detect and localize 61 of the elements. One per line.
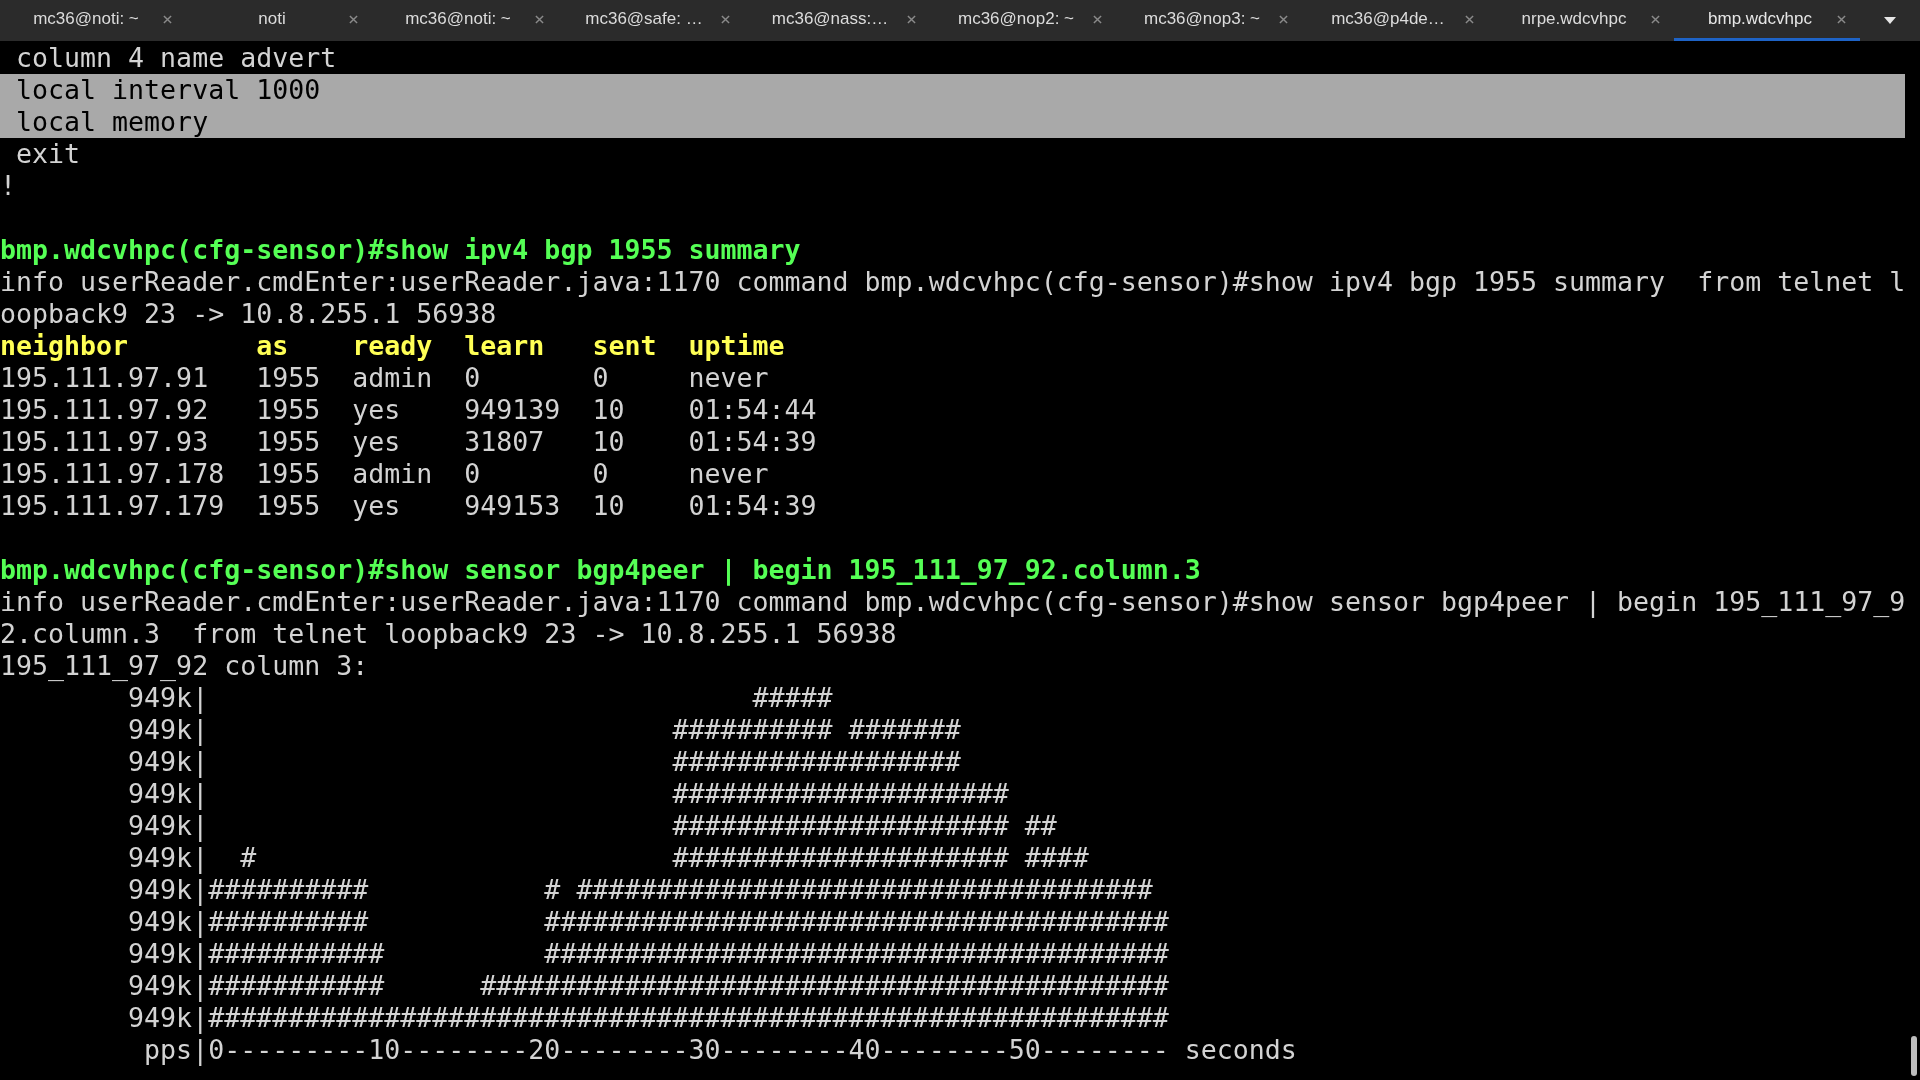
command-line: bmp.wdcvhpc(cfg-sensor)#show sensor bgp4peer | begin 195_111_97_92.column.3 bbox=[0, 554, 1201, 585]
tab-label: mc36@nop3: ~ bbox=[1144, 8, 1261, 31]
terminal-line: 949k| ########## ####### bbox=[127, 714, 961, 745]
tab-label: bmp.wdcvhpc bbox=[1708, 8, 1813, 31]
terminal-line: pps|0---------10--------20--------30--------40--------50-------- seconds bbox=[143, 1034, 1297, 1065]
terminal-line: 949k|########## # #################################### bbox=[127, 874, 1153, 905]
tab-label: mc36@nass:… bbox=[771, 8, 890, 31]
terminal-line: 2.column.3 from telnet loopback9 23 -> 10.8.255.1 56938 bbox=[0, 618, 897, 649]
terminal-line: local interval 1000 bbox=[15, 74, 321, 105]
terminal-line: 949k| # ##################### #### bbox=[127, 842, 1089, 873]
terminal-line: local memory bbox=[15, 106, 209, 137]
terminal-line: 195.111.97.179 1955 yes 949153 10 01:54:39 bbox=[0, 490, 817, 521]
terminal-line: 195.111.97.178 1955 admin 0 0 never bbox=[0, 458, 769, 489]
terminal-tab[interactable]: mc36@nop3: ~ bbox=[1116, 0, 1302, 41]
terminal-line: 949k|############################################################ bbox=[127, 1002, 1169, 1033]
terminal-line: 949k|########### ####################################### bbox=[127, 938, 1169, 969]
terminal-line: oopback9 23 -> 10.8.255.1 56938 bbox=[0, 298, 497, 329]
command-line: bmp.wdcvhpc(cfg-sensor)#show ipv4 bgp 1955 summary bbox=[0, 234, 801, 265]
table-header: neighbor as ready learn sent uptime bbox=[0, 330, 785, 361]
close-icon[interactable] bbox=[163, 15, 172, 24]
terminal-line: info userReader.cmdEnter:userReader.java:1170 command bmp.wdcvhpc(cfg-sensor)#show ipv4 bgp 1955 summary from telnet l bbox=[0, 266, 1906, 297]
terminal-tab[interactable]: nrpe.wdcvhpc bbox=[1488, 0, 1674, 41]
close-icon[interactable] bbox=[721, 15, 730, 24]
terminal-line: 195.111.97.92 1955 yes 949139 10 01:54:44 bbox=[0, 394, 817, 425]
terminal-line: 949k|########### ########################################### bbox=[127, 970, 1169, 1001]
terminal-tab[interactable]: noti bbox=[186, 0, 372, 41]
tab-label: noti bbox=[258, 8, 287, 31]
terminal-line: info userReader.cmdEnter:userReader.java:1170 command bmp.wdcvhpc(cfg-sensor)#show sensor bgp4peer | begin 195_111_97_9 bbox=[0, 586, 1906, 617]
tab-label: mc36@p4de… bbox=[1331, 8, 1446, 31]
close-icon[interactable] bbox=[1279, 15, 1288, 24]
tab-label: mc36@nop2: ~ bbox=[958, 8, 1075, 31]
dropdown-icon[interactable] bbox=[1884, 17, 1896, 24]
terminal-line: 949k| ##### bbox=[127, 682, 833, 713]
terminal-tab[interactable]: mc36@nass:… bbox=[744, 0, 930, 41]
terminal-line: ! bbox=[0, 170, 16, 201]
tab-label: mc36@noti: ~ bbox=[33, 8, 140, 31]
terminal-line: column 4 name advert bbox=[15, 42, 337, 73]
terminal-line: 949k| ##################### ## bbox=[127, 810, 1057, 841]
terminal-line: 949k|########## ####################################### bbox=[127, 906, 1169, 937]
tab-label: nrpe.wdcvhpc bbox=[1521, 8, 1628, 31]
scrollbar-thumb[interactable] bbox=[1911, 1036, 1917, 1076]
close-icon[interactable] bbox=[535, 15, 544, 24]
close-icon[interactable] bbox=[1093, 15, 1102, 24]
tab-label: mc36@safe: … bbox=[585, 8, 704, 31]
terminal-line: 949k| ################## bbox=[127, 746, 961, 777]
terminal-tab[interactable]: mc36@noti: ~ bbox=[372, 0, 558, 41]
terminal-tab[interactable]: mc36@p4de… bbox=[1302, 0, 1488, 41]
close-icon[interactable] bbox=[349, 15, 358, 24]
tab-label: mc36@noti: ~ bbox=[405, 8, 512, 31]
close-icon[interactable] bbox=[1651, 15, 1660, 24]
terminal-tab[interactable]: mc36@noti: ~ bbox=[0, 0, 186, 41]
terminal-line: 195_111_97_92 column 3: bbox=[0, 650, 369, 681]
close-icon[interactable] bbox=[907, 15, 916, 24]
terminal-line: exit bbox=[15, 138, 81, 169]
terminal-tab[interactable]: mc36@nop2: ~ bbox=[930, 0, 1116, 41]
terminal-line: 195.111.97.93 1955 yes 31807 10 01:54:39 bbox=[0, 426, 817, 457]
terminal-tab[interactable]: mc36@safe: … bbox=[558, 0, 744, 41]
terminal-line: 195.111.97.91 1955 admin 0 0 never bbox=[0, 362, 769, 393]
close-icon[interactable] bbox=[1465, 15, 1474, 24]
terminal-line: 949k| ##################### bbox=[127, 778, 1009, 809]
close-icon[interactable] bbox=[1837, 15, 1846, 24]
